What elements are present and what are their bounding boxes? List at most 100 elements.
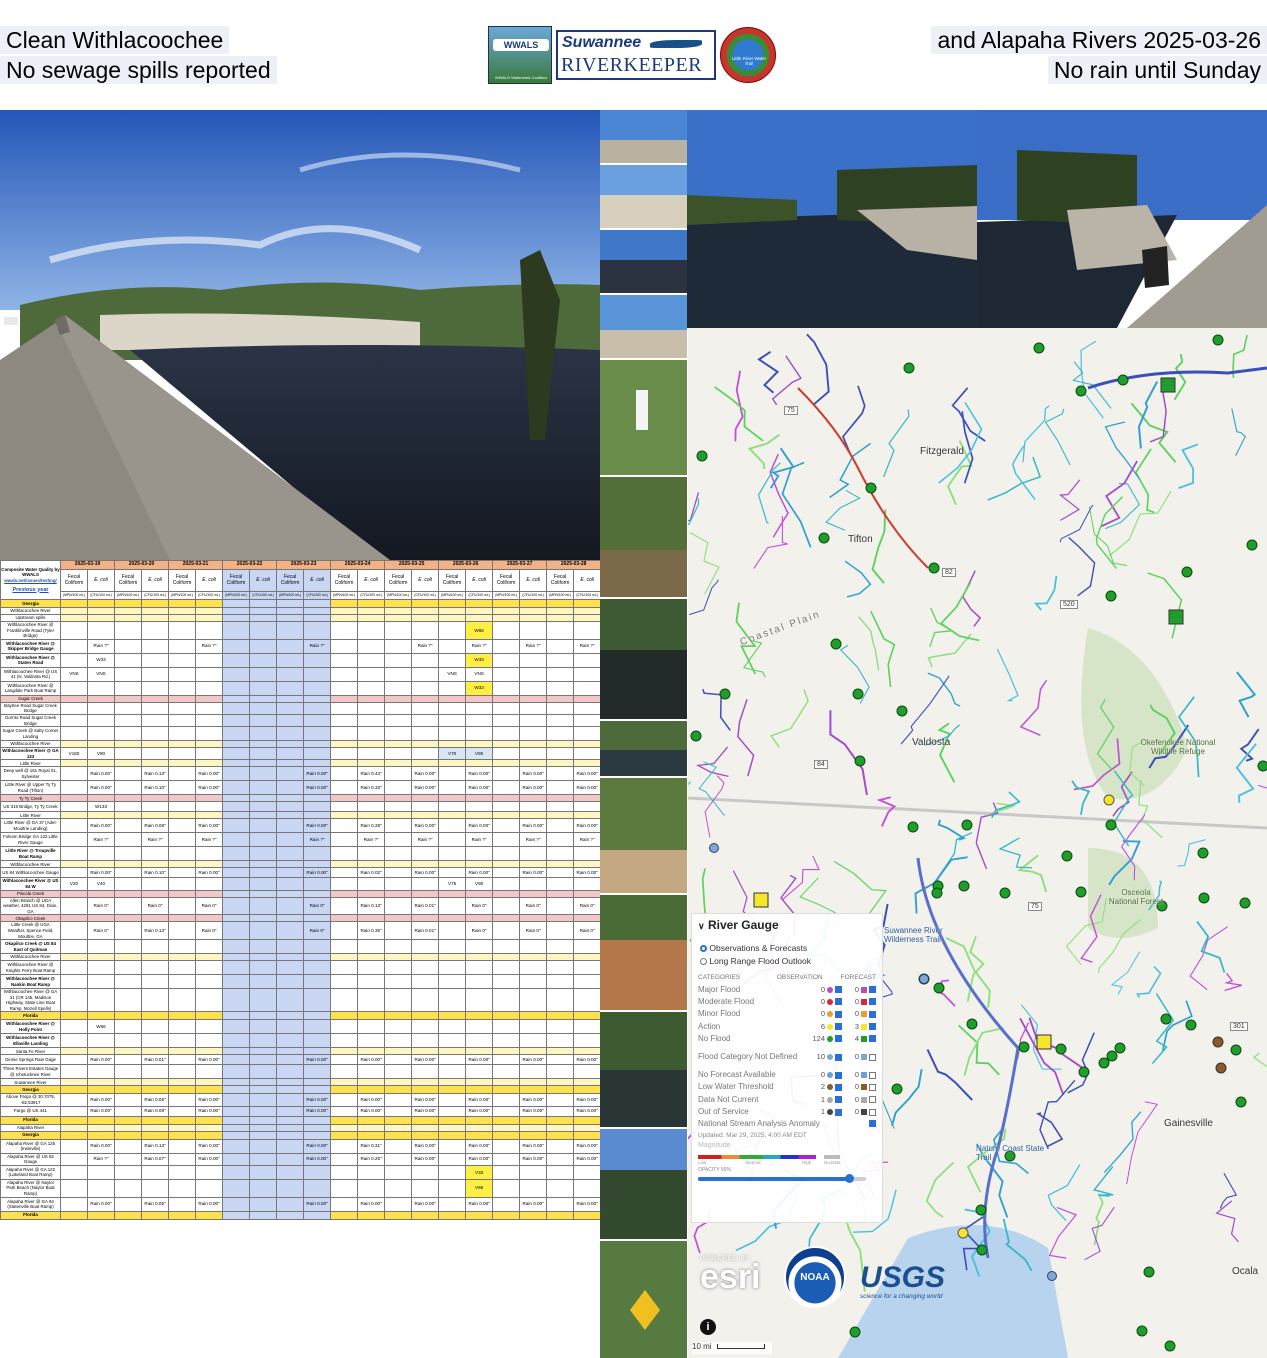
checkbox-checked-icon[interactable] — [869, 986, 876, 994]
checkbox-unchecked-icon[interactable] — [869, 1071, 876, 1079]
gauge-action-icon[interactable] — [1103, 794, 1115, 806]
gauge-no-flood-icon[interactable] — [1164, 1340, 1176, 1352]
value-cell — [384, 1178, 413, 1198]
gauge-no-flood-icon[interactable] — [1257, 760, 1267, 772]
checkbox-checked-icon[interactable] — [869, 1035, 876, 1043]
legend-title[interactable]: ∨ River Gauge — [698, 918, 876, 932]
gauge-no-flood-icon[interactable] — [1198, 892, 1210, 904]
gauge-no-flood-icon[interactable] — [961, 819, 973, 831]
checkbox-unchecked-icon[interactable] — [869, 1083, 876, 1091]
gauge-no-flood-icon[interactable] — [1105, 590, 1117, 602]
checkbox-checked-icon[interactable] — [835, 1108, 842, 1116]
opacity-slider[interactable] — [698, 1173, 866, 1183]
previous-year-link[interactable]: Previous year — [2, 587, 60, 594]
checkbox-unchecked-icon[interactable] — [869, 1108, 876, 1116]
gauge-no-flood-icon[interactable] — [1117, 374, 1129, 386]
gauge-no-flood-icon[interactable] — [1075, 886, 1087, 898]
gauge-no-flood-icon[interactable] — [903, 362, 915, 374]
gauge-no-flood-icon[interactable] — [719, 688, 731, 700]
gauge-no-flood-icon[interactable] — [907, 821, 919, 833]
option-observations[interactable]: Observations & Forecasts — [700, 942, 876, 955]
gauge-no-flood-icon[interactable] — [830, 638, 842, 650]
checkbox-checked-icon[interactable] — [835, 1010, 842, 1018]
gauge-no-flood-icon[interactable] — [1061, 850, 1073, 862]
radio-selected-icon[interactable] — [700, 945, 707, 953]
gauge-no-flood-icon[interactable] — [896, 705, 908, 717]
gauge-not-defined-icon[interactable] — [919, 974, 929, 984]
value-cell — [249, 726, 278, 742]
gauge-action-icon[interactable] — [957, 1227, 969, 1239]
gauge-no-flood-icon[interactable] — [1075, 385, 1087, 397]
gauge-forecast-icon[interactable] — [1160, 377, 1176, 393]
gauge-forecast-icon[interactable] — [753, 892, 769, 908]
checkbox-checked-icon[interactable] — [835, 1083, 842, 1091]
gauge-no-flood-icon[interactable] — [1018, 1041, 1030, 1053]
gauge-no-flood-icon[interactable] — [1181, 566, 1193, 578]
gauge-no-flood-icon[interactable] — [1197, 847, 1209, 859]
gauge-no-flood-icon[interactable] — [1106, 1050, 1118, 1062]
value-cell — [86, 1164, 116, 1180]
gauge-no-flood-icon[interactable] — [891, 1083, 903, 1095]
info-icon[interactable]: i — [700, 1319, 716, 1335]
checkbox-checked-icon[interactable] — [835, 1035, 842, 1043]
gauge-no-flood-icon[interactable] — [975, 1204, 987, 1216]
gauge-no-flood-icon[interactable] — [958, 880, 970, 892]
checkbox-checked-icon[interactable] — [835, 1071, 842, 1079]
gauge-forecast-icon[interactable] — [1036, 1034, 1052, 1050]
gauge-not-defined-icon[interactable] — [1047, 1271, 1057, 1281]
gauge-no-flood-icon[interactable] — [1185, 1019, 1197, 1031]
gauge-low-water-icon[interactable] — [1212, 1036, 1224, 1048]
radio-unselected-icon[interactable] — [700, 958, 707, 966]
gauge-no-flood-icon[interactable] — [690, 730, 702, 742]
checkbox-unchecked-icon[interactable] — [869, 1053, 876, 1061]
gauge-no-flood-icon[interactable] — [1114, 1042, 1126, 1054]
checkbox-checked-icon[interactable] — [869, 1023, 876, 1031]
gauge-no-flood-icon[interactable] — [1136, 1325, 1148, 1337]
value-cell — [60, 1047, 88, 1056]
gauge-no-flood-icon[interactable] — [1246, 539, 1258, 551]
checkbox-checked-icon[interactable] — [835, 1053, 842, 1061]
gauge-no-flood-icon[interactable] — [1160, 1013, 1172, 1025]
gauge-no-flood-icon[interactable] — [931, 887, 943, 899]
option-long-range[interactable]: Long Range Flood Outlook — [700, 955, 876, 968]
opacity-slider-handle[interactable] — [845, 1173, 855, 1183]
table-corner-link[interactable]: wwals.net/issues/testing/ — [2, 578, 60, 584]
gauge-no-flood-icon[interactable] — [1055, 1043, 1067, 1055]
gauge-forecast-icon[interactable] — [1168, 609, 1184, 625]
gauge-no-flood-icon[interactable] — [1033, 342, 1045, 354]
gauge-no-flood-icon[interactable] — [852, 688, 864, 700]
gauge-no-flood-icon[interactable] — [1235, 1096, 1247, 1108]
checkbox-checked-icon[interactable] — [835, 1023, 842, 1031]
gauge-no-flood-icon[interactable] — [1105, 819, 1117, 831]
gauge-no-flood-icon[interactable] — [1143, 1266, 1155, 1278]
gauge-no-flood-icon[interactable] — [933, 982, 945, 994]
value-cell — [249, 759, 278, 768]
gauge-not-defined-icon[interactable] — [709, 843, 719, 853]
legend-anomaly[interactable]: National Stream Analysis Anomaly — [698, 1118, 876, 1130]
gauge-no-flood-icon[interactable] — [865, 482, 877, 494]
value-cell — [546, 974, 575, 990]
gauge-no-flood-icon[interactable] — [1239, 897, 1251, 909]
checkbox-unchecked-icon[interactable] — [869, 1096, 876, 1104]
gauge-no-flood-icon[interactable] — [999, 887, 1011, 899]
gauge-no-flood-icon[interactable] — [1230, 1044, 1242, 1056]
checkbox-checked-icon[interactable] — [835, 998, 842, 1006]
gauge-no-flood-icon[interactable] — [966, 1018, 978, 1030]
gauge-no-flood-icon[interactable] — [696, 450, 708, 462]
checkbox-checked-icon[interactable] — [835, 986, 842, 994]
checkbox-checked-icon[interactable] — [869, 998, 876, 1006]
gauge-no-flood-icon[interactable] — [1098, 1057, 1110, 1069]
gauge-no-flood-icon[interactable] — [1212, 334, 1224, 346]
gauge-no-flood-icon[interactable] — [849, 1326, 861, 1338]
gauge-no-flood-icon[interactable] — [976, 1244, 988, 1256]
gauge-no-flood-icon[interactable] — [1078, 1066, 1090, 1078]
checkbox-checked-icon[interactable] — [869, 1010, 876, 1018]
gauge-no-flood-icon[interactable] — [854, 755, 866, 767]
value-cell — [357, 1011, 386, 1021]
gauge-no-flood-icon[interactable] — [928, 562, 940, 574]
checkbox-checked-icon[interactable] — [835, 1096, 842, 1104]
gauge-no-flood-icon[interactable] — [818, 532, 830, 544]
gauge-low-water-icon[interactable] — [1215, 1062, 1227, 1074]
chevron-down-icon[interactable]: ∨ — [698, 921, 705, 931]
checkbox-checked-icon[interactable] — [869, 1120, 876, 1128]
